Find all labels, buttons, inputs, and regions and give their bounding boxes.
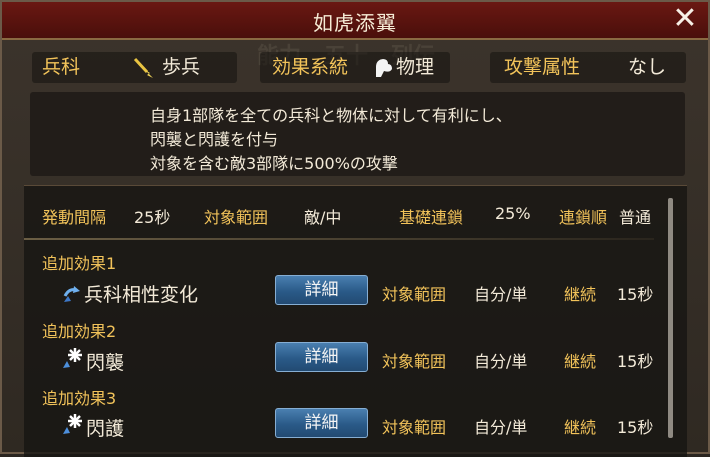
troop-label: 兵科 xyxy=(42,56,81,78)
sparkle-up-icon xyxy=(62,412,82,434)
arrow-up-icon xyxy=(62,284,80,302)
range-value: 自分/単 xyxy=(474,352,528,371)
duration-value: 15秒 xyxy=(617,352,654,371)
order-value: 普通 xyxy=(619,208,652,227)
effect-system-value: 物理 xyxy=(396,56,435,78)
effect-label: 追加効果2 xyxy=(42,322,117,341)
chain-label: 基礎連鎖 xyxy=(399,208,464,227)
target-label: 対象範囲 xyxy=(204,208,269,227)
skill-description: 自身1部隊を全ての兵科と物体に対して有利にし、 閃襲と閃護を付与 対象を含む敵3… xyxy=(30,92,685,176)
arm-icon xyxy=(370,55,394,79)
description-line: 対象を含む敵3部隊に500%の攻撃 xyxy=(150,154,398,173)
title-bar: 如虎添翼 ✕ xyxy=(2,2,708,40)
troop-strip: 兵科 歩兵 xyxy=(32,52,237,83)
duration-value: 15秒 xyxy=(617,418,654,437)
range-label: 対象範囲 xyxy=(382,285,447,304)
effect-label: 追加効果1 xyxy=(42,254,117,273)
details-button[interactable]: 詳細 xyxy=(275,342,368,372)
effect-system-label: 効果系統 xyxy=(272,56,349,78)
scrollbar[interactable] xyxy=(668,198,673,438)
attack-attr-strip: 攻撃属性 なし xyxy=(490,52,686,83)
effect-name: 閃護 xyxy=(86,418,125,440)
effect-name: 兵科相性変化 xyxy=(84,284,199,306)
order-label: 連鎖順 xyxy=(559,208,608,227)
effect-system-strip: 効果系統 物理 xyxy=(260,52,450,83)
range-label: 対象範囲 xyxy=(382,352,447,371)
spear-icon xyxy=(132,56,154,78)
range-label: 対象範囲 xyxy=(382,418,447,437)
close-button[interactable]: ✕ xyxy=(670,4,700,34)
duration-value: 15秒 xyxy=(617,285,654,304)
interval-label: 発動間隔 xyxy=(42,208,107,227)
effect-label: 追加効果3 xyxy=(42,389,117,408)
details-button[interactable]: 詳細 xyxy=(275,408,368,438)
interval-value: 25秒 xyxy=(134,208,171,227)
attack-attr-value: なし xyxy=(628,56,667,78)
chain-value: 25% xyxy=(495,204,531,223)
skill-detail-panel: 能力 五十 列伝 如虎添翼 ✕ 兵科 歩兵 効果系統 物理 攻撃属性 なし 自身… xyxy=(0,0,710,457)
target-value: 敵/中 xyxy=(304,208,342,227)
close-icon: ✕ xyxy=(672,1,698,36)
effect-name: 閃襲 xyxy=(86,352,125,374)
description-line: 自身1部隊を全ての兵科と物体に対して有利にし、 xyxy=(150,106,512,125)
skill-title: 如虎添翼 xyxy=(313,11,397,35)
details-button[interactable]: 詳細 xyxy=(275,275,368,305)
range-value: 自分/単 xyxy=(474,285,528,304)
divider xyxy=(24,238,654,240)
detail-list[interactable]: 発動間隔 25秒 対象範囲 敵/中 基礎連鎖 25% 連鎖順 普通 追加効果1 … xyxy=(24,185,687,457)
duration-label: 継続 xyxy=(564,352,597,371)
duration-label: 継続 xyxy=(564,285,597,304)
sparkle-up-icon xyxy=(62,346,82,368)
description-line: 閃襲と閃護を付与 xyxy=(150,130,279,149)
range-value: 自分/単 xyxy=(474,418,528,437)
duration-label: 継続 xyxy=(564,418,597,437)
troop-value: 歩兵 xyxy=(162,56,201,78)
attack-attr-label: 攻撃属性 xyxy=(504,56,581,78)
